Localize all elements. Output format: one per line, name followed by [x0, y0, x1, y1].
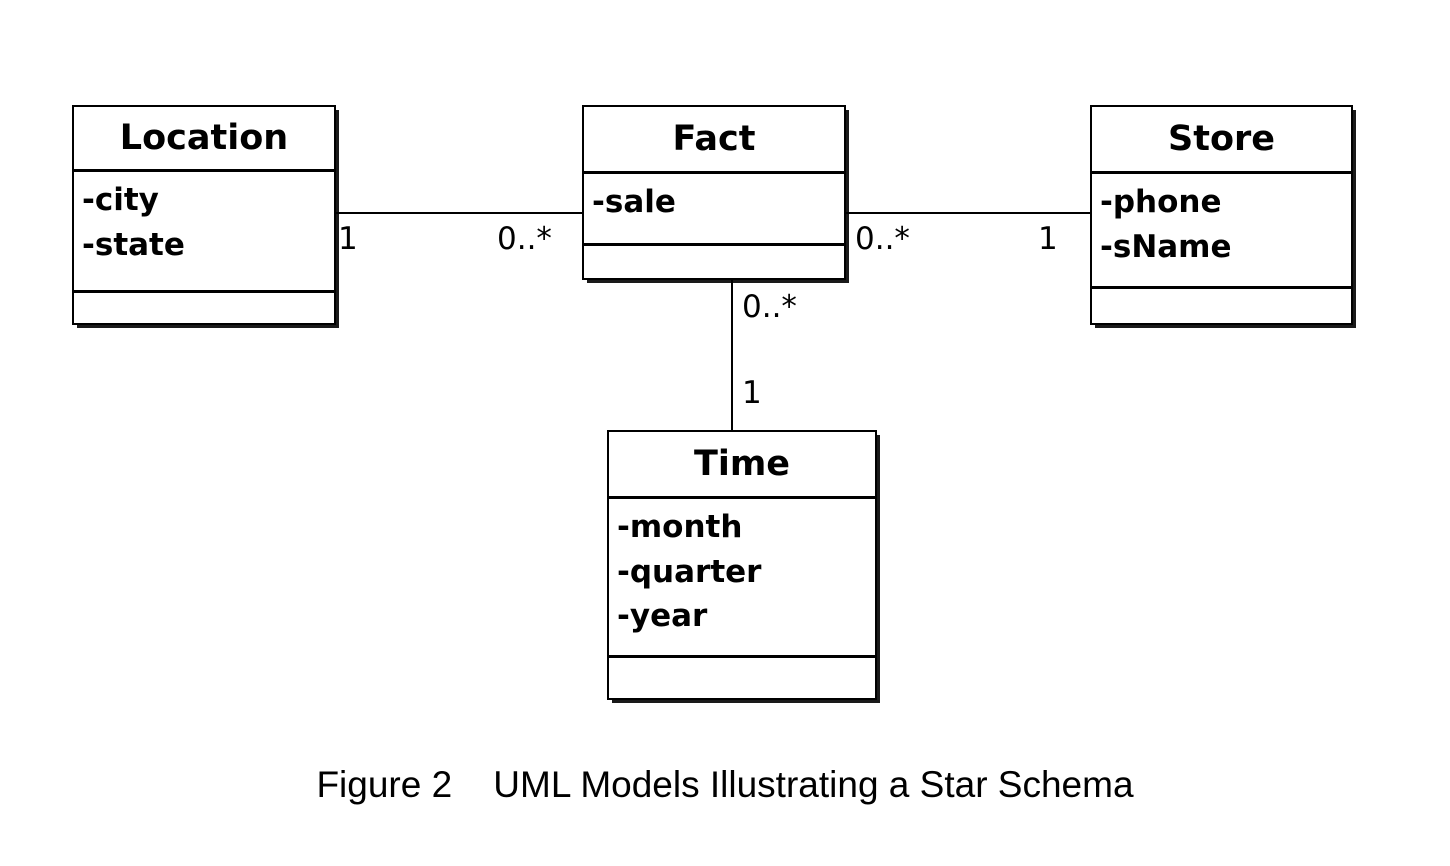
- uml-class-diagram: Location -city -state Fact -sale Store -…: [0, 0, 1450, 866]
- fact-attributes-compartment: -sale: [584, 174, 844, 246]
- store-attribute-phone: -phone: [1100, 184, 1222, 220]
- store-attribute-sname: -sName: [1100, 228, 1232, 265]
- multiplicity-fact-store-source: 0..*: [855, 221, 910, 257]
- time-attribute-quarter: -quarter: [617, 553, 762, 590]
- uml-class-location[interactable]: Location -city -state: [72, 105, 336, 325]
- association-line-location-fact[interactable]: [336, 212, 584, 214]
- location-attribute-state: -state: [82, 226, 185, 263]
- time-attribute-month: -month: [617, 509, 743, 545]
- location-attributes-compartment: -city -state: [74, 172, 334, 293]
- association-line-fact-time[interactable]: [731, 278, 733, 432]
- multiplicity-fact-time-target: 1: [742, 375, 762, 411]
- fact-class-name: Fact: [672, 118, 756, 159]
- multiplicity-location-fact-target: 0..*: [497, 221, 552, 257]
- fact-attribute-sale: -sale: [592, 184, 676, 220]
- location-operations-compartment: [74, 293, 334, 323]
- figure-caption: Figure 2 UML Models Illustrating a Star …: [316, 764, 1134, 805]
- uml-class-time[interactable]: Time -month -quarter -year: [607, 430, 877, 700]
- time-attribute-year: -year: [617, 598, 708, 635]
- time-operations-compartment: [609, 658, 875, 698]
- uml-class-fact[interactable]: Fact -sale: [582, 105, 846, 280]
- location-attribute-city: -city: [82, 182, 159, 218]
- fact-name-compartment: Fact: [584, 107, 844, 174]
- multiplicity-fact-store-target: 1: [1038, 221, 1058, 257]
- association-line-fact-store[interactable]: [846, 212, 1092, 214]
- multiplicity-fact-time-source: 0..*: [742, 289, 797, 325]
- store-operations-compartment: [1092, 289, 1351, 323]
- time-name-compartment: Time: [609, 432, 875, 499]
- uml-class-store[interactable]: Store -phone -sName: [1090, 105, 1353, 325]
- store-class-name: Store: [1168, 118, 1275, 159]
- fact-operations-compartment: [584, 246, 844, 278]
- store-name-compartment: Store: [1092, 107, 1351, 174]
- multiplicity-location-fact-source: 1: [338, 221, 358, 257]
- time-attributes-compartment: -month -quarter -year: [609, 499, 875, 658]
- location-name-compartment: Location: [74, 107, 334, 172]
- location-class-name: Location: [119, 117, 289, 158]
- store-attributes-compartment: -phone -sName: [1092, 174, 1351, 289]
- time-class-name: Time: [693, 443, 791, 484]
